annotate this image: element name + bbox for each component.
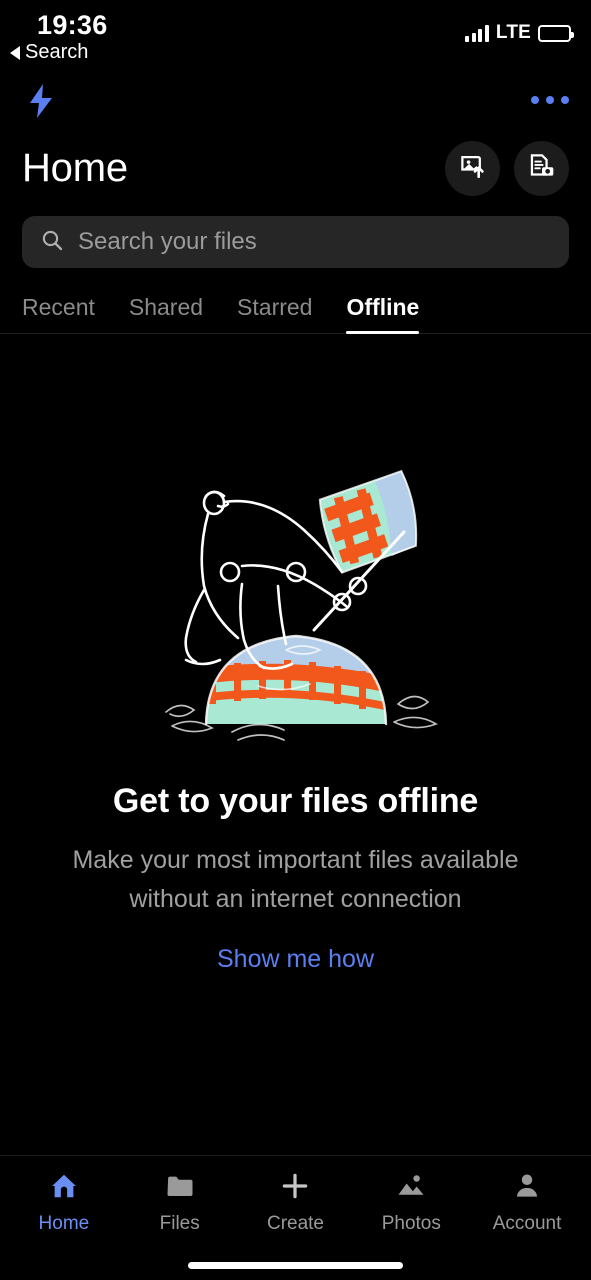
empty-state-body-line-2: without an internet connection <box>129 884 462 913</box>
tab-shared[interactable]: Shared <box>129 294 203 334</box>
nav-label-files: Files <box>159 1213 200 1234</box>
home-indicator-bar[interactable] <box>188 1261 403 1269</box>
search-input[interactable]: Search your files <box>22 216 569 268</box>
nav-label-home: Home <box>38 1213 90 1234</box>
tab-starred[interactable]: Starred <box>237 294 312 334</box>
nav-item-home[interactable]: Home <box>9 1171 119 1235</box>
nav-label-photos: Photos <box>381 1213 441 1234</box>
tab-bar: Recent Shared Starred Offline <box>0 268 591 334</box>
nav-label-account: Account <box>492 1213 562 1234</box>
tab-recent[interactable]: Recent <box>22 294 95 334</box>
nav-label-create: Create <box>266 1213 324 1234</box>
nav-item-photos[interactable]: Photos <box>356 1171 466 1235</box>
status-time: 19:36 <box>37 10 108 40</box>
bottom-navigation: Home Files Create Photos Account <box>0 1155 591 1250</box>
folder-icon <box>165 1171 195 1206</box>
header-actions <box>445 140 569 196</box>
home-indicator-area <box>0 1250 591 1280</box>
signal-bars-icon <box>465 24 489 42</box>
status-bar: 19:36 Search LTE <box>0 0 591 70</box>
photos-icon <box>396 1171 426 1206</box>
nav-item-create[interactable]: Create <box>240 1171 350 1235</box>
offline-empty-state: Get to your files offline Make your most… <box>0 334 591 1155</box>
nav-item-account[interactable]: Account <box>472 1171 582 1235</box>
status-indicators: LTE <box>465 22 574 44</box>
flag-on-hill-illustration <box>146 454 446 754</box>
search-icon <box>40 228 64 257</box>
triangle-left-icon <box>10 45 20 60</box>
nav-item-files[interactable]: Files <box>125 1171 235 1235</box>
lightning-bolt-icon[interactable] <box>28 84 54 123</box>
plus-icon <box>280 1171 310 1206</box>
app-screen: 19:36 Search LTE Home Search your files … <box>0 0 591 1280</box>
empty-state-body: Make your most important files available… <box>72 841 518 919</box>
search-section: Search your files <box>0 204 591 268</box>
scan-document-button[interactable] <box>514 140 569 196</box>
tab-offline[interactable]: Offline <box>346 294 419 334</box>
empty-state-body-line-1: Make your most important files available <box>72 846 519 874</box>
back-to-search-link[interactable]: Search <box>10 41 88 64</box>
page-header: Home <box>0 132 591 204</box>
search-placeholder: Search your files <box>78 228 257 255</box>
page-title: Home <box>22 145 128 190</box>
empty-state-title: Get to your files offline <box>112 782 479 820</box>
home-icon <box>49 1171 79 1206</box>
person-icon <box>512 1171 542 1206</box>
back-label: Search <box>25 41 89 63</box>
app-bar <box>0 70 591 132</box>
battery-icon <box>538 24 574 42</box>
overflow-menu-icon[interactable] <box>531 96 569 104</box>
network-type-label: LTE <box>495 22 531 43</box>
image-upload-icon <box>459 152 486 184</box>
show-me-how-link[interactable]: Show me how <box>217 945 374 974</box>
upload-photo-button[interactable] <box>445 140 500 196</box>
document-scan-icon <box>528 152 555 184</box>
